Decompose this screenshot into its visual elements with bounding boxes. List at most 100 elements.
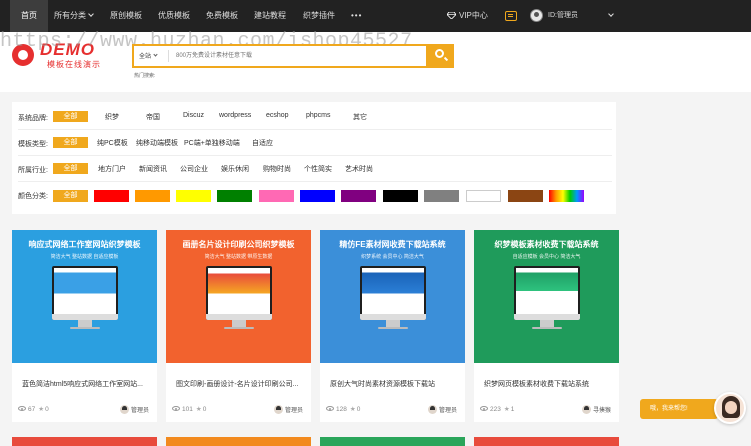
chevron-down-icon [88, 11, 94, 17]
monitor-image [52, 266, 118, 320]
search-category-label: 全站 [139, 54, 152, 60]
filter-option[interactable]: 个性简实 [304, 164, 332, 174]
search-button[interactable] [427, 44, 454, 68]
color-swatch-purple[interactable] [341, 190, 376, 202]
filter-option[interactable]: 其它 [353, 112, 367, 122]
nav-item-tutorials[interactable]: 建站教程 [254, 0, 286, 32]
nav-item-premium[interactable]: 优质模板 [158, 0, 190, 32]
card-author[interactable]: 管理员 [273, 405, 303, 414]
color-swatch-orange[interactable] [135, 190, 170, 202]
monitor-image [360, 266, 426, 320]
view-count: 101 [182, 406, 193, 413]
card-thumbnail[interactable]: 画册名片设计印刷公司织梦模板 简洁大气 整站数据 带原生数据 [166, 230, 311, 363]
card-thumbnail[interactable]: 精仿FE素材网收费下载站系统 织梦系统 会员中心 简洁大气 [320, 230, 465, 363]
thumb-subtitle: 织梦系统 会员中心 简洁大气 [361, 254, 424, 260]
filter-option[interactable]: PC端+单独移动端 [184, 138, 240, 148]
search-box: 全站 [132, 44, 428, 68]
filter-option-all[interactable]: 全部 [53, 111, 88, 122]
card-author[interactable]: 管理员 [119, 405, 149, 414]
card-peek[interactable] [166, 437, 311, 446]
nav-item-free[interactable]: 免费模板 [206, 0, 238, 32]
filter-option[interactable]: 购物时尚 [263, 164, 291, 174]
user-menu[interactable]: ID:管理员 [548, 0, 578, 32]
thumb-subtitle: 简洁大气 整站数据 自适应模板 [50, 254, 119, 260]
user-menu-toggle[interactable] [606, 0, 614, 32]
filter-row-brand: 系统品牌: 全部 织梦 帝国 Discuz wordpress ecshop p… [12, 104, 616, 130]
card-thumbnail[interactable]: 响应式网络工作室网站织梦模板 简洁大气 整站数据 自适应模板 [12, 230, 157, 363]
filter-option[interactable]: 纯移动端模板 [136, 138, 178, 148]
nav-item-plugins[interactable]: 织梦插件 [303, 0, 335, 32]
color-swatch-gray[interactable] [424, 190, 459, 202]
nav-item-more[interactable]: ••• [351, 0, 362, 32]
card-author[interactable]: 寻揍猴 [581, 405, 611, 414]
card-peek[interactable] [474, 437, 619, 446]
filter-option[interactable]: 织梦 [105, 112, 119, 122]
card-title[interactable]: 织梦网页模板素材收费下载站系统 [484, 379, 612, 389]
filter-option[interactable]: 公司企业 [180, 164, 208, 174]
color-swatch-yellow[interactable] [176, 190, 211, 202]
filter-option[interactable]: 帝国 [146, 112, 160, 122]
vip-center-label: VIP中心 [459, 11, 488, 20]
filter-option[interactable]: phpcms [306, 112, 331, 119]
color-swatch-pink[interactable] [259, 190, 294, 202]
user-avatar[interactable] [530, 9, 543, 22]
color-swatch-black[interactable] [383, 190, 418, 202]
filter-option[interactable]: Discuz [183, 112, 204, 119]
star-icon: ★ [503, 406, 510, 413]
card-stats: 101 ★0 [172, 405, 206, 413]
vip-center-link[interactable]: VIP中心 [447, 0, 488, 32]
filter-option-all[interactable]: 全部 [53, 137, 88, 148]
author-avatar [581, 405, 591, 414]
color-swatch-white[interactable] [466, 190, 501, 202]
filter-label: 系统品牌: [18, 115, 48, 122]
message-icon[interactable] [505, 11, 517, 21]
card-title[interactable]: 图文印刷-画册设计-名片设计印刷公司... [176, 379, 304, 389]
eye-icon [480, 406, 488, 411]
filter-option-all[interactable]: 全部 [53, 163, 88, 174]
search-category-select[interactable]: 全站 [139, 51, 158, 60]
chat-help-button[interactable]: 哦，我来帮您! [640, 399, 718, 419]
filter-option[interactable]: 自适应 [252, 138, 273, 148]
color-swatch-rainbow[interactable] [549, 190, 584, 202]
template-card[interactable]: 响应式网络工作室网站织梦模板 简洁大气 整站数据 自适应模板 蓝色简洁html5… [12, 230, 157, 422]
filter-option[interactable]: 娱乐休闲 [221, 164, 249, 174]
eye-icon [326, 406, 334, 411]
card-peek[interactable] [12, 437, 157, 446]
logo-subtitle: 模板在线演示 [47, 60, 101, 69]
color-swatch-green[interactable] [217, 190, 252, 202]
card-author[interactable]: 管理员 [427, 405, 457, 414]
template-card[interactable]: 精仿FE素材网收费下载站系统 织梦系统 会员中心 简洁大气 原创大气时尚素材资源… [320, 230, 465, 422]
filter-option[interactable]: ecshop [266, 112, 289, 119]
filter-option[interactable]: 纯PC模板 [97, 138, 128, 148]
card-title[interactable]: 蓝色简洁html5响应式网络工作室网站... [22, 379, 150, 389]
color-swatch-red[interactable] [94, 190, 129, 202]
color-swatch-all[interactable]: 全部 [53, 190, 88, 202]
search-icon [435, 49, 444, 58]
card-peek[interactable] [320, 437, 465, 446]
template-card[interactable]: 织梦模板素材收费下载站系统 自适应模板 会员中心 简洁大气 织梦网页模板素材收费… [474, 230, 619, 422]
user-name: ID:管理员 [548, 12, 578, 19]
template-card[interactable]: 画册名片设计印刷公司织梦模板 简洁大气 整站数据 带原生数据 图文印刷-画册设计… [166, 230, 311, 422]
author-name: 管理员 [130, 408, 149, 414]
filter-label: 模板类型: [18, 141, 48, 148]
search-divider [168, 50, 169, 62]
filter-option[interactable]: 地方门户 [98, 164, 126, 174]
card-title[interactable]: 原创大气时尚素材资源模板下载站 [330, 379, 458, 389]
color-swatch-brown[interactable] [508, 190, 543, 202]
filter-option[interactable]: 新闻资讯 [139, 164, 167, 174]
nav-item-home[interactable]: 首页 [10, 0, 48, 32]
author-avatar [427, 405, 437, 414]
filter-option[interactable]: wordpress [219, 112, 251, 119]
chat-agent-avatar[interactable] [714, 392, 746, 424]
nav-item-original[interactable]: 原创模板 [110, 0, 142, 32]
nav-item-all-categories[interactable]: 所有分类 [54, 0, 94, 32]
star-icon: ★ [38, 406, 45, 413]
star-count: 0 [356, 406, 361, 413]
filter-option[interactable]: 艺术时尚 [345, 164, 373, 174]
search-input[interactable] [176, 49, 376, 63]
color-swatch-blue[interactable] [300, 190, 335, 202]
thumb-title: 精仿FE素材网收费下载站系统 [339, 240, 446, 249]
card-thumbnail[interactable]: 织梦模板素材收费下载站系统 自适应模板 会员中心 简洁大气 [474, 230, 619, 363]
card-stats: 128 ★0 [326, 405, 360, 413]
diamond-icon [447, 12, 456, 19]
